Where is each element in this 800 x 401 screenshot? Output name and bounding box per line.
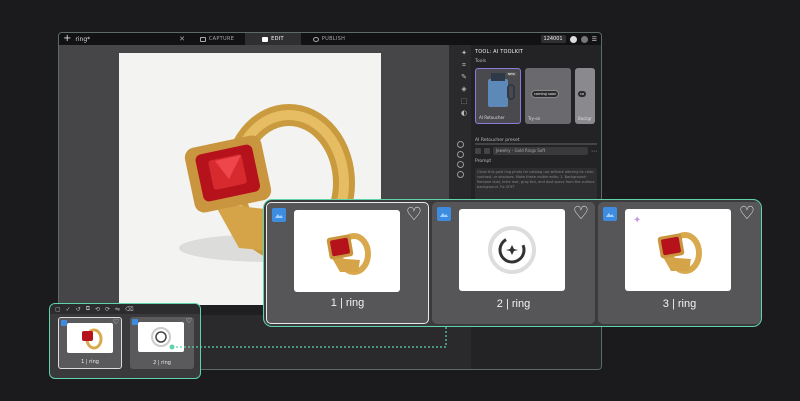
tool-card-label: Backgr — [578, 116, 592, 121]
tool-rail: ✦ ⌗ ✎ ◈ ⬚ ◐ — [457, 45, 471, 219]
settings-icon[interactable] — [580, 35, 588, 43]
tool-cards: NEW AI Retoucher coming soon Try-on co B… — [471, 66, 601, 126]
add-icon[interactable]: + — [63, 34, 71, 44]
heart-icon[interactable]: ♡ — [186, 318, 192, 325]
ai-toolkit-icon[interactable]: ✦ — [461, 49, 467, 57]
top-bar: + ring* ✕ CAPTURE EDIT PUBLISH 124001 ☰ — [59, 33, 601, 45]
zoom-out-icon[interactable] — [457, 151, 464, 158]
zoom-reset-icon[interactable] — [457, 171, 464, 178]
coming-soon-badge: co — [577, 90, 588, 98]
panel-title: TOOL: AI TOOLKIT — [475, 49, 524, 55]
brush-icon[interactable]: ✎ — [461, 73, 467, 81]
heart-icon[interactable]: ♡ — [573, 205, 589, 223]
tool-card-try-on[interactable]: coming soon Try-on — [525, 68, 571, 124]
thumbnail-label: 1 | ring — [81, 359, 99, 365]
tab-edit-label: EDIT — [271, 36, 284, 42]
file-tab[interactable]: + ring* ✕ — [59, 33, 189, 45]
edit-icon — [262, 36, 269, 42]
tab-capture[interactable]: CAPTURE — [189, 33, 245, 45]
image-icon — [603, 207, 617, 221]
zoom-controls — [457, 141, 464, 178]
thumbnail-card-2[interactable]: ♡ 2 | ring — [130, 317, 194, 369]
tool-card-label: AI Retoucher — [479, 115, 505, 120]
coming-soon-badge: coming soon — [531, 90, 560, 98]
thumbnail-image — [138, 322, 184, 352]
menu-icon[interactable]: ☰ — [592, 36, 597, 43]
heart-icon[interactable]: ♡ — [406, 206, 422, 224]
image-icon — [272, 208, 286, 222]
result-label: 1 | ring — [330, 297, 365, 309]
sparkle-icon: ✦ — [633, 215, 642, 226]
delete-icon[interactable]: ⌫ — [125, 306, 133, 313]
select-all-icon[interactable]: ▢ — [55, 306, 61, 313]
processing-icon — [488, 226, 536, 274]
more-icon[interactable]: ⋯ — [591, 148, 597, 155]
adjust-icon[interactable]: ◐ — [461, 109, 467, 117]
cards-scrollbar[interactable] — [475, 143, 597, 145]
tools-label: Tools — [475, 59, 487, 64]
zoom-fit-icon[interactable] — [457, 161, 464, 168]
credits-counter[interactable]: 124001 — [540, 35, 566, 43]
heart-icon[interactable]: ♡ — [739, 205, 755, 223]
tab-publish[interactable]: PUBLISH — [301, 33, 357, 45]
result-image — [459, 209, 565, 291]
undo-icon[interactable]: ↺ — [76, 306, 81, 313]
filmstrip-toolbar: ▢ ✓ ↺ ⧉ ⟲ ⟳ ⇋ ⌫ — [50, 304, 200, 314]
new-badge: NEW — [505, 72, 517, 76]
file-name: ring* — [75, 35, 91, 43]
result-card-1[interactable]: ♡ 1 | ring — [266, 202, 429, 324]
rotate-left-icon[interactable]: ⟲ — [95, 306, 100, 313]
select-icon[interactable]: ⬚ — [461, 97, 468, 105]
camera-icon — [199, 36, 206, 42]
result-card-2[interactable]: ♡ 2 | ring — [432, 202, 595, 324]
result-label: 3 | ring — [662, 298, 697, 310]
heart-icon[interactable]: ♡ — [113, 319, 119, 326]
eraser-icon[interactable]: ◈ — [461, 85, 466, 93]
preset-select[interactable]: Jewelry - Gold Rings Soft — [493, 147, 588, 155]
thumbnail-card-1[interactable]: ♡ 1 | ring — [58, 317, 122, 369]
image-icon — [437, 207, 451, 221]
preset-option-icon[interactable] — [475, 148, 481, 154]
tab-publish-label: PUBLISH — [321, 36, 346, 42]
filmstrip-small: ▢ ✓ ↺ ⧉ ⟲ ⟳ ⇋ ⌫ ♡ 1 | ring ♡ 2 | ring — [49, 303, 201, 379]
tab-edit[interactable]: EDIT — [245, 33, 301, 45]
processing-icon — [151, 327, 171, 347]
result-card-3[interactable]: ♡ ✦ 3 | ring — [598, 202, 761, 324]
avatar[interactable] — [569, 35, 577, 43]
tool-card-label: Try-on — [528, 116, 541, 121]
rotate-right-icon[interactable]: ⟳ — [105, 306, 110, 313]
close-icon[interactable]: ✕ — [179, 35, 185, 43]
result-image — [294, 210, 400, 292]
tool-card-background[interactable]: co Backgr — [575, 68, 595, 124]
flip-icon[interactable]: ⇋ — [115, 306, 120, 313]
preset-option-icon[interactable] — [484, 148, 490, 154]
result-label: 2 | ring — [496, 298, 531, 310]
filmstrip-large: ♡ 1 | ring ♡ 2 | ring ♡ ✦ 3 | ring — [263, 199, 762, 327]
tab-capture-label: CAPTURE — [208, 36, 235, 42]
prompt-label: Prompt — [475, 159, 492, 164]
thumbnail-label: 2 | ring — [153, 360, 171, 366]
zoom-in-icon[interactable] — [457, 141, 464, 148]
publish-icon — [312, 36, 319, 42]
result-image: ✦ — [625, 209, 731, 291]
copy-icon[interactable]: ⧉ — [86, 305, 90, 313]
tool-card-ai-retoucher[interactable]: NEW AI Retoucher — [475, 68, 521, 124]
thumbnail-image — [67, 323, 113, 353]
crop-icon[interactable]: ⌗ — [462, 61, 466, 69]
check-icon[interactable]: ✓ — [66, 306, 71, 313]
